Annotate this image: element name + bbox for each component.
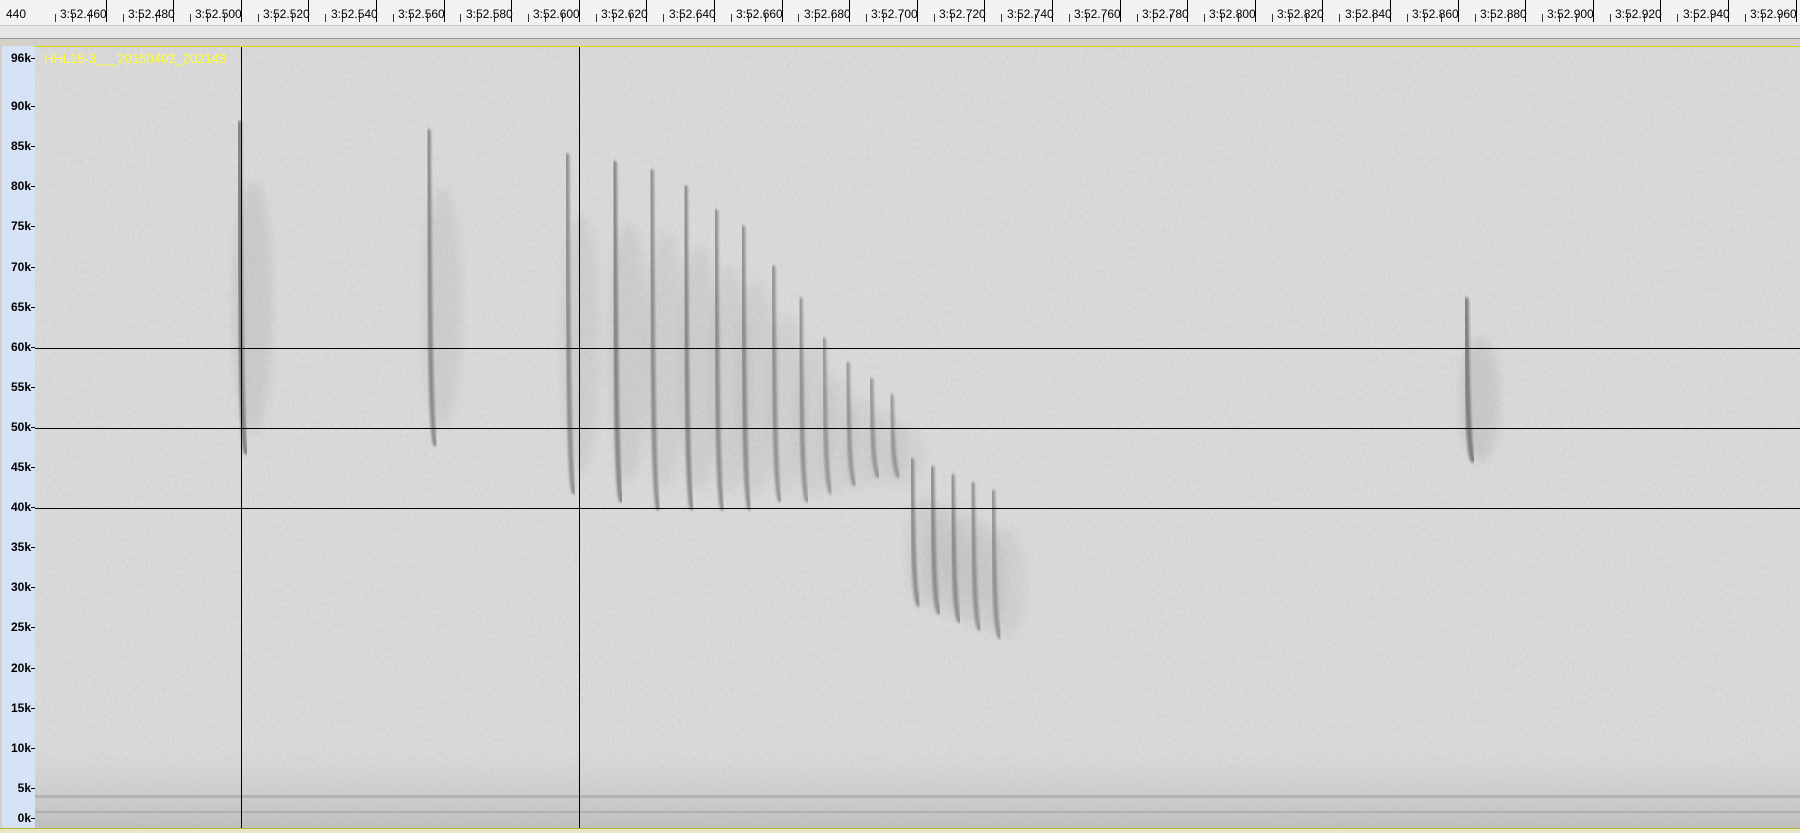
ruler-time-label: 3:52.900: [1547, 7, 1594, 21]
ruler-minor-tick: [190, 14, 191, 22]
ruler-time-label: 3:52.520: [263, 7, 310, 21]
ruler-time-label: 3:52.920: [1615, 7, 1662, 21]
ruler-time-label: 3:52.580: [466, 7, 513, 21]
low-frequency-noise-band: [35, 747, 1800, 829]
ruler-time-label: 3:52.760: [1074, 7, 1121, 21]
frequency-label: 30k: [10, 580, 31, 595]
ruler-time-label: 3:52.660: [736, 7, 783, 21]
frequency-label: 65k: [10, 299, 31, 314]
frequency-label: 50k: [10, 419, 31, 434]
ruler-time-label: 3:52.700: [871, 7, 918, 21]
ruler-minor-tick: [1339, 14, 1340, 22]
ruler-minor-tick: [596, 14, 597, 22]
ruler-time-label: 3:52.960: [1750, 7, 1797, 21]
ruler-minor-tick: [1610, 14, 1611, 22]
ruler-minor-tick: [55, 14, 56, 22]
ruler-time-label: 3:52.720: [939, 7, 986, 21]
frequency-label: 25k: [10, 620, 31, 635]
frequency-axis: 96k 90k 85k 80k 75k 70k 65k 60k 55k 50k 45k 40k 35k 3…: [2, 46, 36, 828]
frequency-label: 75k: [10, 219, 31, 234]
ruler-time-label: 3:52.800: [1209, 7, 1256, 21]
frequency-label: 90k: [10, 99, 31, 114]
ruler-time-label: 3:52.540: [331, 7, 378, 21]
track-name-label: HHL15-3___20150402_202143: [44, 51, 227, 66]
ruler-time-label: 3:52.620: [601, 7, 648, 21]
frequency-label: 60k: [10, 339, 31, 354]
ruler-time-label: 440: [6, 7, 27, 21]
spectrogram-canvas[interactable]: [35, 47, 1800, 829]
frequency-label: 55k: [10, 379, 31, 394]
frequency-label: 40k: [10, 500, 31, 515]
frequency-label: 85k: [10, 139, 31, 154]
ruler-minor-tick: [460, 14, 461, 22]
ruler-time-label: 3:52.840: [1345, 7, 1392, 21]
ruler-minor-tick: [1272, 14, 1273, 22]
ruler-minor-tick: [1069, 14, 1070, 22]
ruler-time-label: 3:52.640: [669, 7, 716, 21]
frequency-label: 5k: [17, 780, 31, 795]
ruler-time-label: 3:52.880: [1480, 7, 1527, 21]
ruler-minor-tick: [663, 14, 664, 22]
frequency-label: 0k: [17, 811, 31, 825]
ruler-time-label: 3:52.820: [1277, 7, 1324, 21]
ruler-time-label: 3:52.480: [128, 7, 175, 21]
ruler-minor-tick: [934, 14, 935, 22]
ruler-minor-tick: [325, 14, 326, 22]
ruler-minor-tick: [866, 14, 867, 22]
ruler-minor-tick: [731, 14, 732, 22]
ruler-time-label: 3:52.940: [1683, 7, 1730, 21]
ruler-time-label: 3:52.860: [1412, 7, 1459, 21]
ruler-minor-tick: [1407, 14, 1408, 22]
ruler-time-label: 3:52.560: [398, 7, 445, 21]
low-frequency-noise-line: [35, 811, 1800, 813]
frequency-label: 80k: [10, 179, 31, 194]
frequency-label: 70k: [10, 259, 31, 274]
ruler-minor-tick: [393, 14, 394, 22]
ruler-minor-tick: [123, 14, 124, 22]
ruler-strip[interactable]: [0, 25, 1800, 38]
frequency-label: 96k: [10, 51, 31, 66]
frequency-label: 15k: [10, 700, 31, 715]
spectrogram-view[interactable]: HHL15-3___20150402_202143: [35, 46, 1800, 829]
ruler-minor-tick: [798, 14, 799, 22]
ruler-minor-tick: [1475, 14, 1476, 22]
ruler-minor-tick: [528, 14, 529, 22]
ruler-minor-tick: [1204, 14, 1205, 22]
ruler-minor-tick: [1677, 14, 1678, 22]
frequency-label: 35k: [10, 540, 31, 555]
ruler-time-label: 3:52.780: [1142, 7, 1189, 21]
ruler-time-label: 3:52.600: [533, 7, 580, 21]
ruler-minor-tick: [1745, 14, 1746, 22]
ruler-minor-tick: [1001, 14, 1002, 22]
audio-editor-window: 440 3:52.460 3:52.480 3:52.500 3:52.520 3:52.…: [0, 0, 1800, 833]
frequency-label: 10k: [10, 740, 31, 755]
low-frequency-noise-line: [35, 795, 1800, 798]
ruler-time-label: 3:52.500: [195, 7, 242, 21]
ruler-minor-tick: [258, 14, 259, 22]
time-ruler[interactable]: 440 3:52.460 3:52.480 3:52.500 3:52.520 3:52.…: [0, 0, 1800, 39]
ruler-time-label: 3:52.680: [804, 7, 851, 21]
ruler-time-label: 3:52.740: [1007, 7, 1054, 21]
ruler-minor-tick: [1542, 14, 1543, 22]
ruler-time-label: 3:52.460: [60, 7, 107, 21]
track-bottom-edge: [0, 828, 1800, 833]
ruler-minor-tick: [1137, 14, 1138, 22]
frequency-label: 45k: [10, 460, 31, 475]
frequency-label: 20k: [10, 660, 31, 675]
